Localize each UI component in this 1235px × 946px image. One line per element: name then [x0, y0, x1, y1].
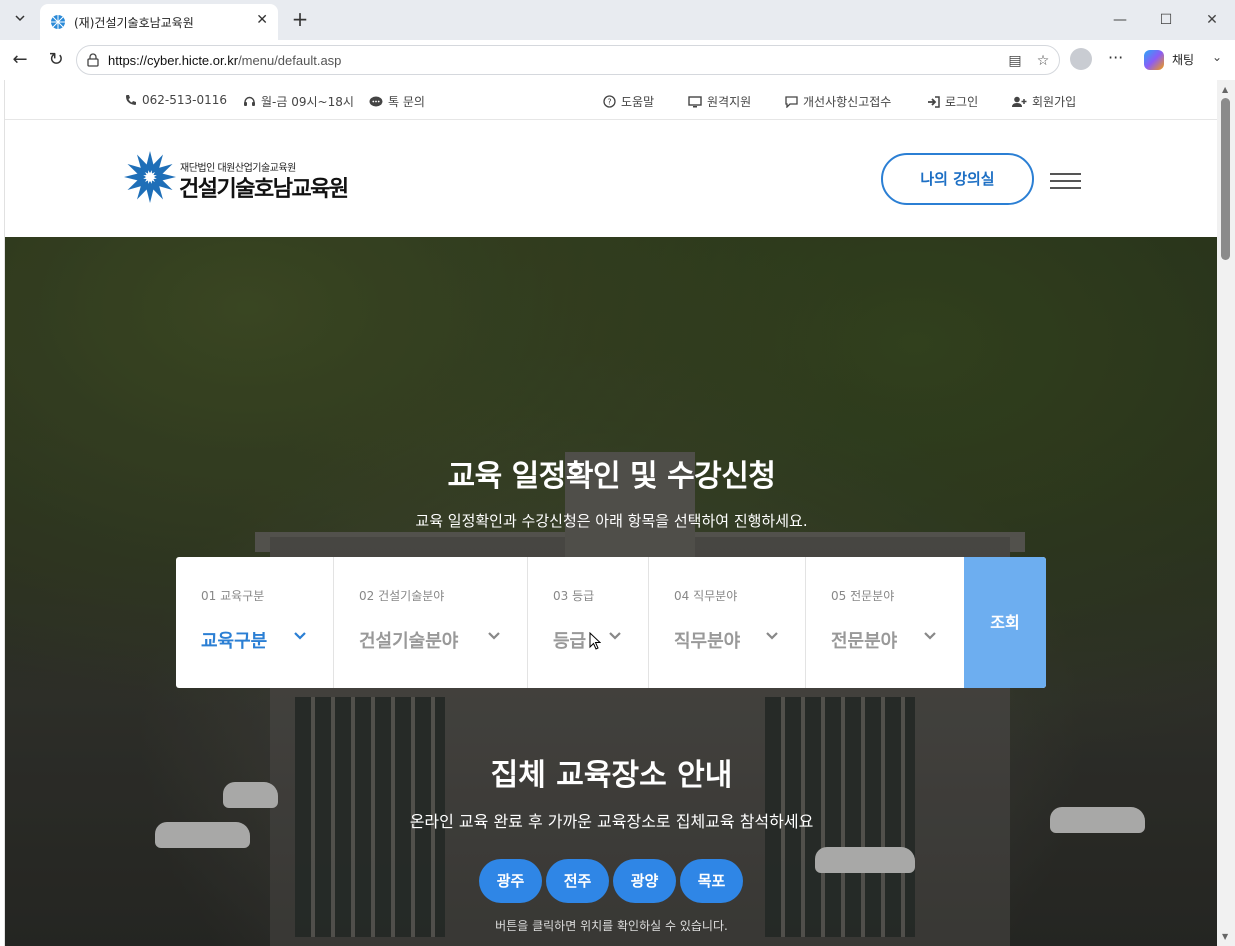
favorite-star-icon[interactable]: ☆: [1033, 51, 1053, 71]
tab-list-icon[interactable]: [8, 8, 32, 32]
new-tab-icon[interactable]: +: [288, 8, 312, 32]
scroll-up-icon[interactable]: ▲: [1222, 85, 1228, 94]
phone-info[interactable]: 062-513-0116: [125, 93, 227, 107]
monitor-icon: [688, 95, 702, 107]
maximize-icon[interactable]: ☐: [1154, 8, 1178, 32]
job-field-select[interactable]: 04 직무분야 직무분야: [649, 557, 806, 688]
chevron-down-icon: [766, 632, 778, 640]
hours-info: 월-금 09시~18시: [243, 93, 354, 110]
grade-select[interactable]: 03 등급 등급: [528, 557, 649, 688]
headset-icon: [244, 96, 255, 106]
browser-tab[interactable]: (재)건설기술호남교육원 ✕: [40, 4, 278, 40]
hero-title: 교육 일정확인 및 수강신청: [447, 459, 776, 494]
construction-field-select[interactable]: 02 건설기술분야 건설기술분야: [334, 557, 528, 688]
favicon-icon: [51, 15, 65, 29]
phone-number: 062-513-0116: [142, 93, 228, 107]
site-header: 재단법인 대원산업기술교육원 건설기술호남교육원 나의 강의실: [5, 121, 1217, 237]
close-window-icon[interactable]: ✕: [1200, 8, 1224, 32]
back-icon[interactable]: ←: [8, 48, 32, 72]
chevron-down-icon[interactable]: ⌄: [1212, 50, 1222, 64]
location-note: 버튼을 클릭하면 위치를 확인하실 수 있습니다.: [495, 919, 728, 933]
browser-toolbar: ← ↻ https://cyber.hicte.or.kr/menu/defau…: [0, 40, 1235, 80]
specialty-select[interactable]: 05 전문분야 전문분야: [806, 557, 964, 688]
field-value: 등급: [553, 631, 587, 652]
login-icon: [928, 95, 940, 108]
search-button[interactable]: 조회: [964, 557, 1046, 688]
user-plus-icon: [1012, 96, 1027, 107]
page-viewport: 062-513-0116 월-금 09시~18시 톡 문의 ? 도움말 원격지원…: [4, 80, 1217, 946]
location-button-gwangyang[interactable]: 광양: [613, 859, 676, 903]
reload-icon[interactable]: ↻: [44, 48, 68, 72]
location-button-mokpo[interactable]: 목포: [680, 859, 743, 903]
mouse-cursor-icon: [589, 632, 601, 650]
help-text: 도움말: [621, 95, 655, 109]
close-tab-icon[interactable]: ✕: [256, 12, 268, 28]
page-scrollbar[interactable]: ▲ ▼: [1217, 80, 1235, 946]
edu-type-select[interactable]: 01 교육구분 교육구분: [176, 557, 334, 688]
signup-text: 회원가입: [1032, 95, 1077, 109]
more-icon[interactable]: ···: [1108, 48, 1123, 67]
report-link[interactable]: 개선사항신고접수: [785, 93, 891, 110]
question-circle-icon: ?: [603, 95, 616, 108]
profile-icon[interactable]: [1070, 48, 1092, 70]
help-link[interactable]: ? 도움말: [603, 93, 654, 110]
field-step-label: 02 건설기술분야: [359, 589, 445, 603]
url-text: https://cyber.hicte.or.kr/menu/default.a…: [108, 53, 342, 68]
report-text: 개선사항신고접수: [803, 95, 892, 109]
reader-icon[interactable]: ▤: [1005, 51, 1025, 71]
phone-icon: [126, 95, 136, 105]
field-value: 건설기술분야: [359, 631, 459, 652]
location-buttons: 광주 전주 광양 목포: [479, 859, 749, 903]
location-button-gwangju[interactable]: 광주: [479, 859, 542, 903]
lock-icon: [87, 53, 99, 67]
logo-emblem-icon[interactable]: [123, 150, 177, 204]
my-lecture-room-button[interactable]: 나의 강의실: [881, 153, 1034, 205]
address-bar[interactable]: https://cyber.hicte.or.kr/menu/default.a…: [76, 45, 1060, 75]
field-value: 직무분야: [674, 631, 741, 652]
field-step-label: 04 직무분야: [674, 589, 738, 603]
login-link[interactable]: 로그인: [927, 93, 978, 110]
svg-text:?: ?: [607, 98, 611, 107]
chevron-down-icon: [924, 632, 936, 640]
tab-title: (재)건설기술호남교육원: [74, 16, 194, 30]
hours-text: 월-금 09시~18시: [261, 95, 354, 109]
remote-support-link[interactable]: 원격지원: [688, 93, 751, 110]
talk-inquiry[interactable]: 톡 문의: [369, 93, 425, 110]
chevron-down-icon: [488, 632, 500, 640]
field-step-label: 01 교육구분: [201, 589, 265, 603]
logo-title[interactable]: 건설기술호남교육원: [179, 171, 349, 203]
copilot-button[interactable]: 채팅 ⌄: [1142, 48, 1235, 72]
talk-text: 톡 문의: [388, 95, 425, 109]
hamburger-menu-icon[interactable]: [1050, 173, 1081, 189]
copilot-label: 채팅: [1172, 53, 1195, 67]
scrollbar-thumb[interactable]: [1221, 98, 1230, 260]
signup-link[interactable]: 회원가입: [1012, 93, 1076, 110]
copilot-icon: [1144, 50, 1164, 70]
chevron-down-icon: [294, 632, 306, 640]
location-button-jeonju[interactable]: 전주: [546, 859, 609, 903]
browser-tab-bar: (재)건설기술호남교육원 ✕ + — ☐ ✕: [0, 0, 1235, 40]
field-value: 전문분야: [831, 631, 898, 652]
field-value: 교육구분: [201, 631, 268, 652]
scroll-down-icon[interactable]: ▼: [1222, 932, 1228, 941]
field-step-label: 03 등급: [553, 589, 595, 603]
comment-icon: [785, 95, 798, 108]
chat-bubble-icon: [369, 96, 383, 106]
hero-subtitle: 교육 일정확인과 수강신청은 아래 항목을 선택하여 진행하세요.: [415, 512, 808, 530]
remote-text: 원격지원: [707, 95, 752, 109]
top-info-bar: 062-513-0116 월-금 09시~18시 톡 문의 ? 도움말 원격지원…: [5, 80, 1217, 120]
training-location-subtitle: 온라인 교육 완료 후 가까운 교육장소로 집체교육 참석하세요: [409, 812, 814, 831]
field-step-label: 05 전문분야: [831, 589, 895, 603]
minimize-icon[interactable]: —: [1108, 8, 1132, 32]
chevron-down-icon: [609, 632, 621, 640]
training-location-title: 집체 교육장소 안내: [490, 758, 733, 793]
hero-section: 교육 일정확인 및 수강신청 교육 일정확인과 수강신청은 아래 항목을 선택하…: [5, 237, 1217, 946]
login-text: 로그인: [945, 95, 979, 109]
course-search-form: 01 교육구분 교육구분 02 건설기술분야 건설기술분야 03 등급 등급 0…: [176, 557, 1046, 688]
